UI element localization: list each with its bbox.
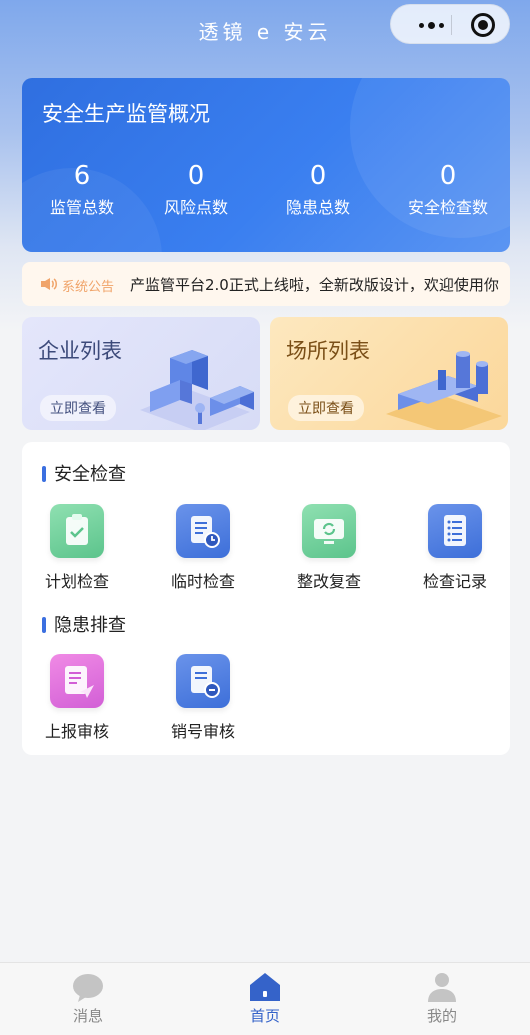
report-review-item[interactable]: 上报审核 [22, 654, 132, 742]
enterprise-list-title: 企业列表 [38, 339, 122, 363]
system-notice-bar[interactable]: 系统公告 产监管平台2.0正式上线啦，全新改版设计，欢迎使用你 [22, 262, 510, 306]
chat-bubble-icon [73, 974, 103, 1002]
notice-text: 产监管平台2.0正式上线啦，全新改版设计，欢迎使用你 [130, 276, 499, 294]
clipboard-check-icon [50, 504, 104, 558]
stat-value: 0 [439, 161, 457, 191]
section-title-text: 隐患排查 [54, 615, 126, 636]
tab-profile[interactable]: 我的 [354, 963, 530, 1035]
stat-value: 0 [187, 161, 205, 191]
close-mini-program-icon[interactable] [471, 13, 495, 37]
function-panel: 安全检查 计划检查 临时检查 整改复查 检查记录 隐患排查 上报审核 销号审核 [22, 442, 510, 755]
venue-list-card[interactable]: 场所列表 立即查看 [270, 317, 508, 430]
document-cancel-icon [176, 654, 230, 708]
list-document-icon [428, 504, 482, 558]
monitor-refresh-icon [302, 504, 356, 558]
temp-check-item[interactable]: 临时检查 [148, 504, 258, 592]
section-accent-bar [42, 617, 46, 633]
home-icon [250, 973, 280, 1001]
venue-view-button[interactable]: 立即查看 [288, 395, 364, 421]
stat-label: 隐患总数 [285, 198, 350, 217]
check-record-item[interactable]: 检查记录 [400, 504, 510, 592]
stat-supervision-total[interactable]: 6 监管总数 [22, 162, 142, 218]
overview-title: 安全生产监管概况 [42, 102, 210, 126]
capsule-divider [451, 15, 452, 35]
tab-label: 首页 [249, 1007, 280, 1025]
cancel-review-item[interactable]: 销号审核 [148, 654, 258, 742]
hazard-check-section-title: 隐患排查 [42, 611, 126, 637]
tab-home[interactable]: 首页 [177, 963, 353, 1035]
check-record-label: 检查记录 [422, 572, 487, 591]
tab-messages[interactable]: 消息 [0, 963, 176, 1035]
tab-label: 消息 [72, 1007, 103, 1025]
mini-program-capsule [390, 4, 510, 44]
more-options-icon[interactable] [411, 5, 451, 45]
top-bar: 透镜 e 安云 [0, 0, 530, 60]
temp-check-label: 临时检查 [170, 572, 235, 591]
buildings-illustration-icon [140, 350, 254, 430]
rectify-recheck-label: 整改复查 [296, 572, 361, 591]
plan-check-item[interactable]: 计划检查 [22, 504, 132, 592]
stat-value: 0 [309, 161, 327, 191]
stat-value: 6 [73, 161, 91, 191]
stat-safety-check-count[interactable]: 0 安全检查数 [388, 162, 508, 218]
user-icon [428, 973, 456, 1002]
venue-list-title: 场所列表 [286, 339, 370, 363]
plan-check-label: 计划检查 [44, 572, 109, 591]
stat-risk-points[interactable]: 0 风险点数 [136, 162, 256, 218]
report-review-label: 上报审核 [44, 722, 109, 741]
bottom-tab-bar: 消息 首页 我的 [0, 962, 530, 1035]
enterprise-view-button[interactable]: 立即查看 [40, 395, 116, 421]
stat-label: 安全检查数 [407, 198, 488, 217]
enterprise-list-card[interactable]: 企业列表 立即查看 [22, 317, 260, 430]
stat-label: 风险点数 [163, 198, 228, 217]
speaker-icon [41, 278, 57, 290]
section-accent-bar [42, 466, 46, 482]
stat-label: 监管总数 [49, 198, 114, 217]
cancel-review-label: 销号审核 [170, 722, 235, 741]
section-title-text: 安全检查 [54, 464, 126, 485]
rectify-recheck-item[interactable]: 整改复查 [274, 504, 384, 592]
document-send-icon [50, 654, 104, 708]
stat-hazard-total[interactable]: 0 隐患总数 [258, 162, 378, 218]
overview-card: 安全生产监管概况 6 监管总数 0 风险点数 0 隐患总数 0 安全检查数 [22, 78, 510, 252]
safety-check-section-title: 安全检查 [42, 460, 126, 486]
notice-tag: 系统公告 [62, 280, 115, 295]
factory-illustration-icon [386, 351, 502, 430]
tab-label: 我的 [426, 1007, 457, 1025]
document-clock-icon [176, 504, 230, 558]
